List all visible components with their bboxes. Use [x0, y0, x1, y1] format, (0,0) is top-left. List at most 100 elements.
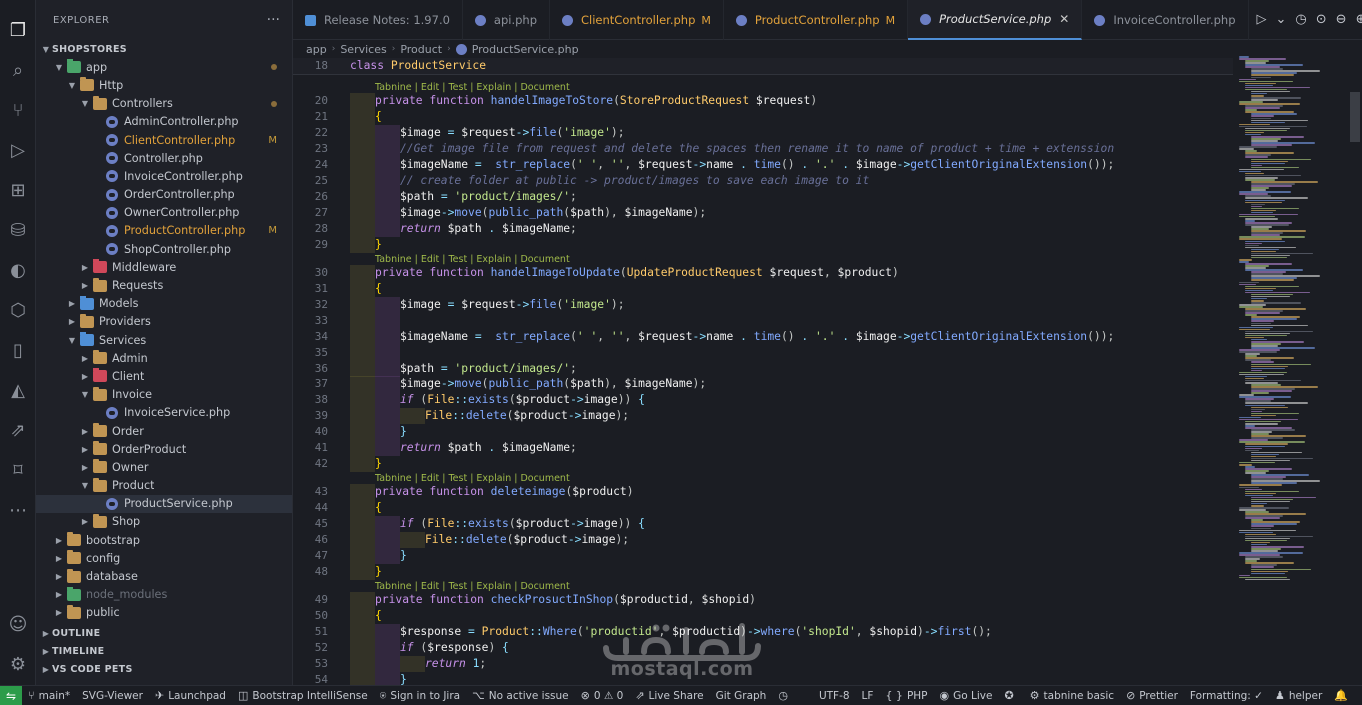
- git-graph-item[interactable]: Git Graph: [710, 690, 773, 702]
- tree-item-services[interactable]: ▼ Services: [36, 331, 292, 349]
- tree-item-client[interactable]: ▶ Client: [36, 367, 292, 385]
- section-vs-code-pets[interactable]: ▶ VS CODE PETS: [36, 660, 292, 678]
- explorer-more-icon[interactable]: ···: [267, 12, 280, 28]
- tree-item-ownercontroller-php[interactable]: OwnerController.php: [36, 204, 292, 222]
- share-icon[interactable]: ⇗: [5, 418, 31, 444]
- issue-item[interactable]: ⌥ No active issue: [466, 689, 575, 702]
- laravel-icon[interactable]: ◭: [5, 378, 31, 404]
- more-icon[interactable]: ⋯: [5, 498, 31, 524]
- run-icon[interactable]: ▷: [1257, 12, 1267, 27]
- live-share-item[interactable]: ⇗ Live Share: [629, 689, 709, 702]
- tree-item-invoiceservice-php[interactable]: InvoiceService.php: [36, 404, 292, 422]
- breadcrumb-services[interactable]: Services: [340, 43, 386, 56]
- tab-productservice-php[interactable]: ProductService.php ✕: [908, 0, 1083, 40]
- tree-item-productcontroller-php[interactable]: ProductController.php M: [36, 222, 292, 240]
- search-icon[interactable]: ⌕: [5, 58, 31, 84]
- tabnine-item[interactable]: ⚙ tabnine basic: [1024, 689, 1120, 702]
- tree-item-bootstrap[interactable]: ▶ bootstrap: [36, 531, 292, 549]
- tree-item-public[interactable]: ▶ public: [36, 604, 292, 622]
- tab-clientcontroller-php[interactable]: ClientController.php M: [550, 0, 724, 40]
- code-line: 20 private function handelImageToStore(St…: [293, 93, 1233, 109]
- tree-item-admin[interactable]: ▶ Admin: [36, 349, 292, 367]
- source-control-icon[interactable]: ⑂: [5, 98, 31, 124]
- breadcrumb-product[interactable]: Product: [400, 43, 442, 56]
- remote-icon[interactable]: ◐: [5, 258, 31, 284]
- tab-api-php[interactable]: api.php: [463, 0, 551, 40]
- tree-item-providers[interactable]: ▶ Providers: [36, 313, 292, 331]
- settings-gear-icon[interactable]: ⚙: [5, 652, 31, 678]
- php-file-icon: [106, 243, 118, 256]
- encoding-item[interactable]: UTF-8: [813, 690, 856, 702]
- extensions-icon[interactable]: ⊞: [5, 178, 31, 204]
- tree-item-clientcontroller-php[interactable]: ClientController.php M: [36, 131, 292, 149]
- tab-release-notes-1-97-0[interactable]: Release Notes: 1.97.0: [293, 0, 463, 40]
- explorer-icon[interactable]: ❐: [5, 18, 31, 44]
- code-token: move: [454, 206, 482, 219]
- tree-item-order[interactable]: ▶ Order: [36, 422, 292, 440]
- chevron-right-icon: ▶: [81, 371, 89, 381]
- code-token: =: [468, 625, 482, 638]
- database-icon[interactable]: ⛁: [5, 218, 31, 244]
- code-line: 45 if (File::exists($product->image)) {: [293, 516, 1233, 532]
- tree-item-invoicecontroller-php[interactable]: InvoiceController.php: [36, 167, 292, 185]
- section-timeline[interactable]: ▶ TIMELINE: [36, 642, 292, 660]
- tree-item-admincontroller-php[interactable]: AdminController.php: [36, 113, 292, 131]
- launchpad-item[interactable]: ✈ Launchpad: [149, 689, 232, 702]
- section-outline[interactable]: ▶ OUTLINE: [36, 624, 292, 642]
- close-tab-icon[interactable]: ✕: [1059, 12, 1069, 26]
- tree-item-node-modules[interactable]: ▶ node_modules: [36, 586, 292, 604]
- tree-item-orderproduct[interactable]: ▶ OrderProduct: [36, 440, 292, 458]
- language-item[interactable]: { } PHP: [879, 689, 933, 702]
- device-icon[interactable]: ▯: [5, 338, 31, 364]
- tree-item-middleware[interactable]: ▶ Middleware: [36, 258, 292, 276]
- svg-viewer-item[interactable]: SVG-Viewer: [76, 690, 149, 702]
- tree-item-controller-php[interactable]: Controller.php: [36, 149, 292, 167]
- code-text: $response = Product::Where('productid', …: [400, 624, 992, 640]
- formatting-item[interactable]: Formatting: ✓: [1184, 690, 1269, 702]
- code-editor[interactable]: 18 class ProductService Tabnine | Edit | T…: [293, 58, 1233, 685]
- go-back-icon[interactable]: ⊙: [1316, 12, 1327, 27]
- minimap[interactable]: [1233, 40, 1348, 685]
- run-dropdown-icon[interactable]: ⌄: [1276, 12, 1287, 27]
- tree-item-models[interactable]: ▶ Models: [36, 295, 292, 313]
- prettier-item[interactable]: ⊘ Prettier: [1120, 689, 1184, 702]
- run-debug-icon[interactable]: ▷: [5, 138, 31, 164]
- tree-item-http[interactable]: ▼ Http: [36, 76, 292, 94]
- compare-icon[interactable]: ⊖: [1336, 12, 1347, 27]
- notifications-item[interactable]: 🔔: [1328, 689, 1358, 702]
- eol-item[interactable]: LF: [856, 690, 880, 702]
- tree-item-requests[interactable]: ▶ Requests: [36, 276, 292, 294]
- section-shopstores[interactable]: ▼ SHOPSTORES: [36, 40, 292, 58]
- tree-item-shop[interactable]: ▶ Shop: [36, 513, 292, 531]
- tree-item-owner[interactable]: ▶ Owner: [36, 458, 292, 476]
- copilot-status-item[interactable]: ✪: [998, 689, 1023, 702]
- breadcrumb-file[interactable]: ProductService.php: [472, 43, 579, 56]
- branch-item[interactable]: ⑂ main*: [22, 689, 76, 702]
- tree-item-shopcontroller-php[interactable]: ShopController.php: [36, 240, 292, 258]
- next-change-icon[interactable]: ⊕: [1356, 12, 1362, 27]
- tree-item-app[interactable]: ▼ app: [36, 58, 292, 76]
- breadcrumb-app[interactable]: app: [306, 43, 327, 56]
- editor-scrollbar[interactable]: [1350, 92, 1360, 142]
- timeline-icon[interactable]: ◷: [1295, 12, 1306, 27]
- minimap-line: [1245, 488, 1262, 491]
- tree-item-product[interactable]: ▼ Product: [36, 477, 292, 495]
- bookmark-icon[interactable]: ⌑: [5, 458, 31, 484]
- tree-item-config[interactable]: ▶ config: [36, 549, 292, 567]
- tab-productcontroller-php[interactable]: ProductController.php M: [724, 0, 909, 40]
- tree-item-productservice-php[interactable]: ProductService.php: [36, 494, 292, 513]
- tab-invoicecontroller-php[interactable]: InvoiceController.php: [1082, 0, 1249, 40]
- bootstrap-item[interactable]: ◫ Bootstrap IntelliSense: [232, 689, 374, 702]
- problems-item[interactable]: ⊗ 0 ⚠ 0: [575, 689, 630, 702]
- remote-indicator[interactable]: ⇋: [0, 685, 22, 705]
- helper-item[interactable]: ♟ helper: [1269, 689, 1328, 702]
- tree-item-controllers[interactable]: ▼ Controllers: [36, 95, 292, 113]
- go-live-item[interactable]: ◉ Go Live: [934, 689, 999, 702]
- tree-item-database[interactable]: ▶ database: [36, 567, 292, 585]
- timer-item[interactable]: ◷: [772, 689, 798, 702]
- tree-item-ordercontroller-php[interactable]: OrderController.php: [36, 186, 292, 204]
- jira-item[interactable]: ⍟ Sign in to Jira: [374, 689, 466, 703]
- tree-item-invoice[interactable]: ▼ Invoice: [36, 386, 292, 404]
- docker-icon[interactable]: ⬡: [5, 298, 31, 324]
- account-icon[interactable]: ☺: [5, 612, 31, 638]
